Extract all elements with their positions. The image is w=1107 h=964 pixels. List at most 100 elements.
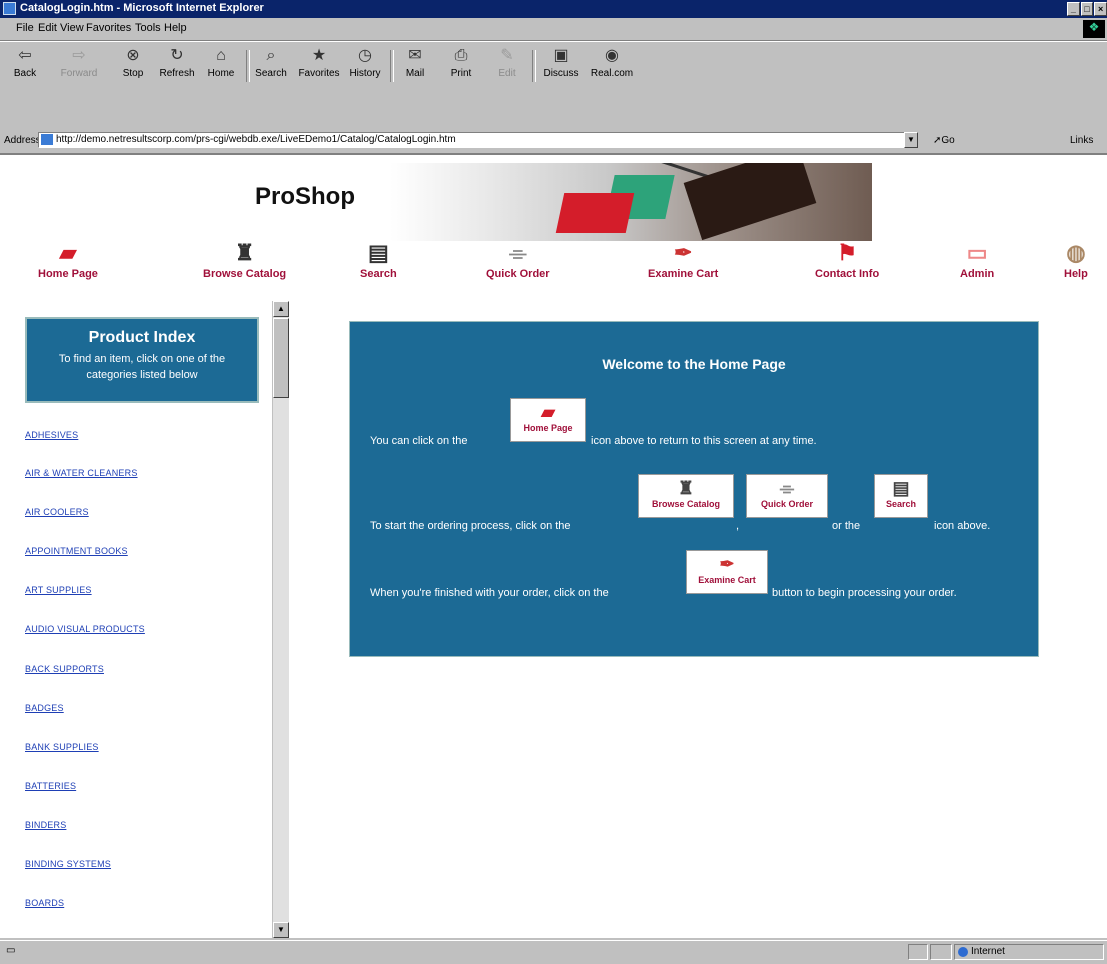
discuss-icon: ▣ <box>553 47 569 64</box>
home-button[interactable]: ⌂ Home <box>200 46 242 86</box>
discuss-button[interactable]: ▣ Discuss <box>540 46 582 86</box>
welcome-line-2-pre: To start the ordering process, click on … <box>370 520 571 532</box>
print-icon: ⎙ <box>454 47 468 64</box>
menu-file[interactable]: File <box>16 22 34 34</box>
pen-icon: ✒ <box>719 554 735 574</box>
status-bar: ▭ Internet <box>0 940 1107 964</box>
address-dropdown-button[interactable]: ▼ <box>904 132 918 148</box>
welcome-line-2-comma: , <box>736 520 740 532</box>
search-button[interactable]: ⌕ Search <box>250 46 292 86</box>
scroll-down-arrow-icon[interactable]: ▼ <box>273 922 289 938</box>
category-link[interactable]: BADGES <box>25 703 64 713</box>
nav-examine-cart[interactable]: ✒ Examine Cart <box>648 240 718 280</box>
tape-icon: ◍ <box>1066 240 1086 265</box>
welcome-line-3-post: button to begin processing your order. <box>772 587 957 599</box>
standard-toolbar: ⇦ Back ⇨ Forward ⊗ Stop ↻ Refresh ⌂ Home ⌕ Sea… <box>0 41 1107 91</box>
welcome-panel: Welcome to the Home Page You can click o… <box>349 321 1039 657</box>
examine-cart-chip[interactable]: ✒ Examine Cart <box>686 550 768 594</box>
menu-help[interactable]: Help <box>164 22 187 34</box>
mail-button[interactable]: ✉ Mail <box>394 46 436 86</box>
stop-button[interactable]: ⊗ Stop <box>112 46 154 86</box>
realcom-button[interactable]: ◉ Real.com <box>586 46 638 86</box>
welcome-line-2-post: icon above. <box>934 520 991 532</box>
product-index-title: Product Index <box>88 329 196 346</box>
refresh-icon: ↻ <box>170 47 184 64</box>
address-url: http://demo.netresultscorp.com/prs-cgi/w… <box>56 134 456 145</box>
pushpin-icon: ⚑ <box>837 240 857 265</box>
maximize-button[interactable]: □ <box>1080 2 1094 16</box>
category-link[interactable]: AIR & WATER CLEANERS <box>25 468 138 478</box>
sidebar-scrollbar[interactable]: ▲ ▼ <box>272 301 289 938</box>
links-button[interactable]: Links <box>1070 135 1093 146</box>
quick-order-chip[interactable]: ⌯ Quick Order <box>746 474 828 518</box>
menu-favorites[interactable]: Favorites <box>86 22 131 34</box>
security-zone: Internet <box>954 944 1104 960</box>
category-link[interactable]: BINDING SYSTEMS <box>25 859 111 869</box>
address-bar: Address http://demo.netresultscorp.com/p… <box>0 130 1107 152</box>
forward-arrow-icon: ⇨ <box>72 47 86 64</box>
menu-edit[interactable]: Edit <box>38 22 57 34</box>
back-arrow-icon: ⇦ <box>18 47 32 64</box>
category-link[interactable]: BACK SUPPORTS <box>25 664 104 674</box>
search-icon: ⌕ <box>266 47 276 64</box>
paperclip-icon: ⌯ <box>779 478 795 498</box>
product-index-subtitle: To find an item, click on one of the cat… <box>58 353 226 381</box>
nav-help[interactable]: ◍ Help <box>1064 240 1088 280</box>
back-button[interactable]: ⇦ Back <box>4 46 46 86</box>
category-link[interactable]: BINDERS <box>25 820 66 830</box>
window-controls: _ □ × <box>1067 2 1107 16</box>
edit-icon: ✎ <box>500 47 514 64</box>
window-title: CatalogLogin.htm - Microsoft Internet Ex… <box>20 2 264 14</box>
globe-icon <box>958 947 968 957</box>
scrollbar-thumb[interactable] <box>273 318 289 398</box>
welcome-line-2-or: or the <box>832 520 861 532</box>
address-input[interactable]: http://demo.netresultscorp.com/prs-cgi/w… <box>38 132 918 148</box>
nav-quick-order[interactable]: ⌯ Quick Order <box>486 240 550 280</box>
category-link[interactable]: ADHESIVES <box>25 430 78 440</box>
history-button[interactable]: ◷ History <box>344 46 386 86</box>
go-button[interactable]: ➚Go <box>933 135 955 146</box>
category-link[interactable]: AUDIO VISUAL PRODUCTS <box>25 624 145 634</box>
nav-contact-info[interactable]: ⚑ Contact Info <box>815 240 879 280</box>
toolbar-separator <box>532 50 536 82</box>
category-link[interactable]: APPOINTMENT BOOKS <box>25 546 128 556</box>
home-page-chip[interactable]: ▰ Home Page <box>510 398 586 442</box>
menu-view[interactable]: View <box>60 22 84 34</box>
welcome-title: Welcome to the Home Page <box>602 356 786 372</box>
category-link[interactable]: BOARDS <box>25 898 64 908</box>
favorites-button[interactable]: ★ Favorites <box>298 46 340 86</box>
nav-home-page[interactable]: ▰ Home Page <box>38 240 98 280</box>
home-page-icon: ▰ <box>541 402 555 422</box>
home-icon: ⌂ <box>216 47 226 64</box>
internet-explorer-icon <box>3 2 16 15</box>
stamp-icon: ♜ <box>677 478 695 498</box>
category-link[interactable]: ART SUPPLIES <box>25 585 92 595</box>
address-label: Address <box>4 135 41 146</box>
refresh-button[interactable]: ↻ Refresh <box>156 46 198 86</box>
page-icon <box>41 134 53 145</box>
close-button[interactable]: × <box>1094 2 1107 16</box>
browse-catalog-chip[interactable]: ♜ Browse Catalog <box>638 474 734 518</box>
print-button[interactable]: ⎙ Print <box>440 46 482 86</box>
category-link[interactable]: BATTERIES <box>25 781 76 791</box>
nav-admin[interactable]: ▭ Admin <box>960 240 994 280</box>
toolbar-spacer <box>0 90 1107 130</box>
scroll-up-arrow-icon[interactable]: ▲ <box>273 301 289 317</box>
edit-button[interactable]: ✎ Edit <box>486 46 528 86</box>
category-link[interactable]: AIR COOLERS <box>25 507 89 517</box>
realcom-icon: ◉ <box>605 47 619 64</box>
search-chip[interactable]: ▤ Search <box>874 474 928 518</box>
eraser-icon: ▭ <box>966 240 988 265</box>
nav-search[interactable]: ▤ Search <box>360 240 397 280</box>
menu-tools[interactable]: Tools <box>135 22 161 34</box>
nav-browse-catalog[interactable]: ♜ Browse Catalog <box>203 240 286 280</box>
product-index-box: Product Index To find an item, click on … <box>25 317 259 403</box>
category-link[interactable]: BANK SUPPLIES <box>25 742 99 752</box>
forward-button[interactable]: ⇨ Forward <box>58 46 100 86</box>
status-pane <box>930 944 952 960</box>
floppy-disk-icon: ▤ <box>367 240 389 265</box>
welcome-line-3-pre: When you're finished with your order, cl… <box>370 587 609 599</box>
stamp-icon: ♜ <box>234 240 255 265</box>
sidebar-frame: Product Index To find an item, click on … <box>0 301 289 938</box>
minimize-button[interactable]: _ <box>1067 2 1080 16</box>
